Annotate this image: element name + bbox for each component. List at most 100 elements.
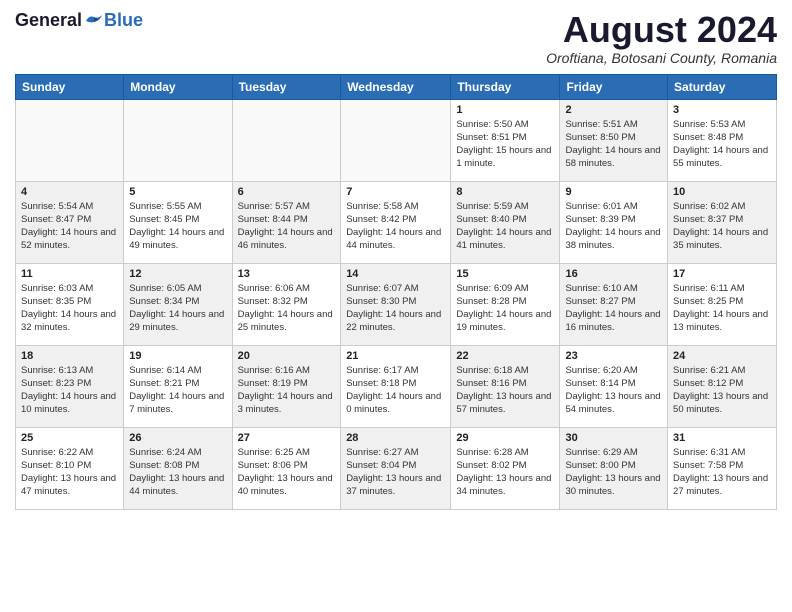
calendar-cell: 14 Sunrise: 6:07 AM Sunset: 8:30 PM Dayli… <box>341 263 451 345</box>
day-info: Sunrise: 6:31 AM Sunset: 7:58 PM Dayligh… <box>673 446 771 499</box>
day-info: Sunrise: 5:50 AM Sunset: 8:51 PM Dayligh… <box>456 118 554 171</box>
day-info: Sunrise: 6:17 AM Sunset: 8:18 PM Dayligh… <box>346 364 445 417</box>
day-info: Sunrise: 5:58 AM Sunset: 8:42 PM Dayligh… <box>346 200 445 253</box>
day-number: 8 <box>456 186 554 198</box>
day-info: Sunrise: 6:28 AM Sunset: 8:02 PM Dayligh… <box>456 446 554 499</box>
day-info: Sunrise: 6:07 AM Sunset: 8:30 PM Dayligh… <box>346 282 445 335</box>
day-number: 17 <box>673 268 771 280</box>
logo-text: General Blue <box>15 10 143 31</box>
calendar-header-row: SundayMondayTuesdayWednesdayThursdayFrid… <box>16 74 777 99</box>
day-number: 7 <box>346 186 445 198</box>
day-number: 22 <box>456 350 554 362</box>
day-info: Sunrise: 6:22 AM Sunset: 8:10 PM Dayligh… <box>21 446 118 499</box>
day-info: Sunrise: 6:02 AM Sunset: 8:37 PM Dayligh… <box>673 200 771 253</box>
weekday-header-sunday: Sunday <box>16 74 124 99</box>
day-info: Sunrise: 6:29 AM Sunset: 8:00 PM Dayligh… <box>565 446 662 499</box>
calendar-cell: 24 Sunrise: 6:21 AM Sunset: 8:12 PM Dayli… <box>668 345 777 427</box>
day-number: 11 <box>21 268 118 280</box>
logo-general: General <box>15 10 82 31</box>
weekday-header-tuesday: Tuesday <box>232 74 341 99</box>
logo-bird-icon <box>84 13 104 29</box>
day-number: 4 <box>21 186 118 198</box>
calendar-cell: 16 Sunrise: 6:10 AM Sunset: 8:27 PM Dayli… <box>560 263 668 345</box>
day-number: 12 <box>129 268 226 280</box>
calendar-cell: 30 Sunrise: 6:29 AM Sunset: 8:00 PM Dayli… <box>560 427 668 509</box>
calendar-cell <box>341 99 451 181</box>
calendar-cell: 17 Sunrise: 6:11 AM Sunset: 8:25 PM Dayli… <box>668 263 777 345</box>
day-number: 30 <box>565 432 662 444</box>
calendar-cell: 13Sunrise: 6:06 AM Sunset: 8:32 PM Dayli… <box>232 263 341 345</box>
day-number: 16 <box>565 268 662 280</box>
calendar-table: SundayMondayTuesdayWednesdayThursdayFrid… <box>15 74 777 510</box>
day-info: Sunrise: 6:20 AM Sunset: 8:14 PM Dayligh… <box>565 364 662 417</box>
day-info: Sunrise: 6:11 AM Sunset: 8:25 PM Dayligh… <box>673 282 771 335</box>
calendar-cell: 19 Sunrise: 6:14 AM Sunset: 8:21 PM Dayli… <box>124 345 232 427</box>
weekday-header-saturday: Saturday <box>668 74 777 99</box>
day-info: Sunrise: 6:13 AM Sunset: 8:23 PM Dayligh… <box>21 364 118 417</box>
day-number: 5 <box>129 186 226 198</box>
day-number: 10 <box>673 186 771 198</box>
day-number: 27 <box>238 432 336 444</box>
calendar-cell: 29 Sunrise: 6:28 AM Sunset: 8:02 PM Dayli… <box>451 427 560 509</box>
day-number: 29 <box>456 432 554 444</box>
day-info: Sunrise: 5:54 AM Sunset: 8:47 PM Dayligh… <box>21 200 118 253</box>
day-number: 25 <box>21 432 118 444</box>
day-number: 19 <box>129 350 226 362</box>
day-info: Sunrise: 6:05 AM Sunset: 8:34 PM Dayligh… <box>129 282 226 335</box>
calendar-week-2: 4 Sunrise: 5:54 AM Sunset: 8:47 PM Daylig… <box>16 181 777 263</box>
day-number: 6 <box>238 186 336 198</box>
day-number: 24 <box>673 350 771 362</box>
day-info: Sunrise: 6:24 AM Sunset: 8:08 PM Dayligh… <box>129 446 226 499</box>
calendar-cell <box>16 99 124 181</box>
calendar-cell: 4 Sunrise: 5:54 AM Sunset: 8:47 PM Daylig… <box>16 181 124 263</box>
calendar-cell: 15 Sunrise: 6:09 AM Sunset: 8:28 PM Dayli… <box>451 263 560 345</box>
day-info: Sunrise: 5:51 AM Sunset: 8:50 PM Dayligh… <box>565 118 662 171</box>
day-info: Sunrise: 6:10 AM Sunset: 8:27 PM Dayligh… <box>565 282 662 335</box>
day-info: Sunrise: 5:55 AM Sunset: 8:45 PM Dayligh… <box>129 200 226 253</box>
weekday-header-friday: Friday <box>560 74 668 99</box>
calendar-cell: 26Sunrise: 6:24 AM Sunset: 8:08 PM Dayli… <box>124 427 232 509</box>
calendar-cell: 23 Sunrise: 6:20 AM Sunset: 8:14 PM Dayli… <box>560 345 668 427</box>
weekday-header-thursday: Thursday <box>451 74 560 99</box>
calendar-cell: 3Sunrise: 5:53 AM Sunset: 8:48 PM Daylig… <box>668 99 777 181</box>
calendar-cell: 1 Sunrise: 5:50 AM Sunset: 8:51 PM Daylig… <box>451 99 560 181</box>
page-header: General Blue August 2024 Oroftiana, Boto… <box>15 10 777 66</box>
calendar-cell: 28 Sunrise: 6:27 AM Sunset: 8:04 PM Dayli… <box>341 427 451 509</box>
calendar-cell <box>232 99 341 181</box>
day-number: 23 <box>565 350 662 362</box>
day-info: Sunrise: 5:57 AM Sunset: 8:44 PM Dayligh… <box>238 200 336 253</box>
logo: General Blue <box>15 10 143 31</box>
calendar-cell: 5 Sunrise: 5:55 AM Sunset: 8:45 PM Daylig… <box>124 181 232 263</box>
calendar-cell: 25 Sunrise: 6:22 AM Sunset: 8:10 PM Dayli… <box>16 427 124 509</box>
day-number: 14 <box>346 268 445 280</box>
calendar-cell: 18 Sunrise: 6:13 AM Sunset: 8:23 PM Dayli… <box>16 345 124 427</box>
day-info: Sunrise: 6:09 AM Sunset: 8:28 PM Dayligh… <box>456 282 554 335</box>
calendar-cell: 22 Sunrise: 6:18 AM Sunset: 8:16 PM Dayli… <box>451 345 560 427</box>
calendar-cell: 2Sunrise: 5:51 AM Sunset: 8:50 PM Daylig… <box>560 99 668 181</box>
calendar-cell: 9 Sunrise: 6:01 AM Sunset: 8:39 PM Daylig… <box>560 181 668 263</box>
calendar-cell: 11 Sunrise: 6:03 AM Sunset: 8:35 PM Dayli… <box>16 263 124 345</box>
day-info: Sunrise: 6:21 AM Sunset: 8:12 PM Dayligh… <box>673 364 771 417</box>
weekday-header-wednesday: Wednesday <box>341 74 451 99</box>
day-info: Sunrise: 6:27 AM Sunset: 8:04 PM Dayligh… <box>346 446 445 499</box>
day-info: Sunrise: 6:03 AM Sunset: 8:35 PM Dayligh… <box>21 282 118 335</box>
day-info: Sunrise: 6:01 AM Sunset: 8:39 PM Dayligh… <box>565 200 662 253</box>
day-number: 20 <box>238 350 336 362</box>
day-info: Sunrise: 6:18 AM Sunset: 8:16 PM Dayligh… <box>456 364 554 417</box>
day-info: Sunrise: 6:14 AM Sunset: 8:21 PM Dayligh… <box>129 364 226 417</box>
calendar-cell: 12 Sunrise: 6:05 AM Sunset: 8:34 PM Dayli… <box>124 263 232 345</box>
day-info: Sunrise: 6:16 AM Sunset: 8:19 PM Dayligh… <box>238 364 336 417</box>
day-number: 28 <box>346 432 445 444</box>
day-info: Sunrise: 5:59 AM Sunset: 8:40 PM Dayligh… <box>456 200 554 253</box>
location-subtitle: Oroftiana, Botosani County, Romania <box>546 50 777 66</box>
day-number: 18 <box>21 350 118 362</box>
calendar-cell <box>124 99 232 181</box>
title-section: August 2024 Oroftiana, Botosani County, … <box>546 10 777 66</box>
calendar-week-1: 1 Sunrise: 5:50 AM Sunset: 8:51 PM Daylig… <box>16 99 777 181</box>
day-number: 9 <box>565 186 662 198</box>
calendar-cell: 10 Sunrise: 6:02 AM Sunset: 8:37 PM Dayli… <box>668 181 777 263</box>
calendar-cell: 21Sunrise: 6:17 AM Sunset: 8:18 PM Dayli… <box>341 345 451 427</box>
calendar-cell: 31Sunrise: 6:31 AM Sunset: 7:58 PM Dayli… <box>668 427 777 509</box>
day-number: 1 <box>456 104 554 116</box>
day-number: 15 <box>456 268 554 280</box>
